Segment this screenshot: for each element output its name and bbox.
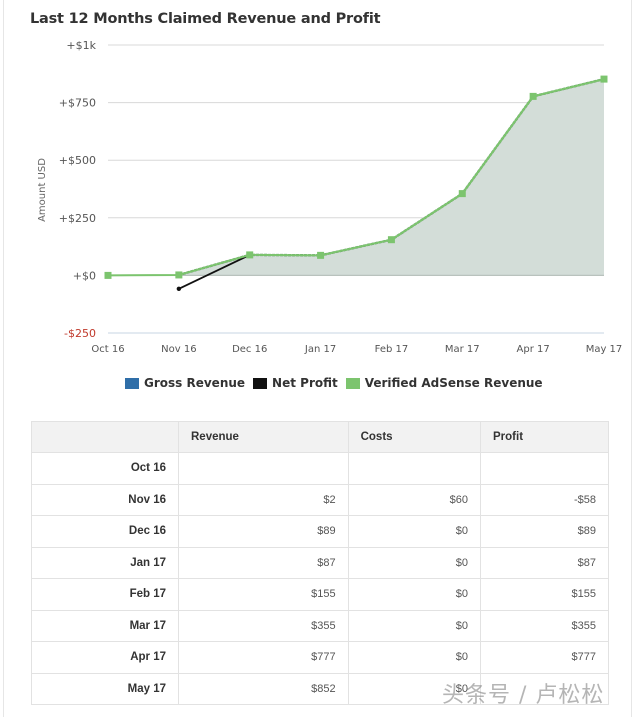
row-costs: $0 — [347, 641, 482, 674]
legend-swatch-gross-revenue — [125, 377, 139, 389]
watermark: 头条号 / 卢松松 — [442, 683, 605, 708]
legend-item-verified-adsense-revenue[interactable]: Verified AdSense Revenue — [345, 376, 543, 390]
row-costs: $60 — [347, 483, 482, 516]
y-tick-label: -$250 — [64, 327, 96, 340]
row-profit: $777 — [480, 641, 609, 674]
table-row: Feb 17 $155 $0 $155 — [31, 578, 609, 611]
area-gross-revenue — [178, 79, 604, 276]
y-tick-label: +$750 — [59, 97, 96, 110]
point-verified-adsense-revenue — [529, 92, 537, 100]
row-profit: $155 — [480, 578, 609, 611]
row-profit: $355 — [480, 609, 609, 642]
row-revenue: $852 — [178, 672, 349, 705]
x-axis-ticks: Oct 16 Nov 16 Dec 16 Jan 17 Feb 17 Mar 17 Apr … — [91, 344, 622, 355]
legend-item-net-profit[interactable]: Net Profit — [253, 376, 338, 390]
header-costs: Costs — [347, 421, 482, 453]
y-axis-label: Amount USD — [37, 158, 48, 222]
row-revenue: $2 — [178, 483, 349, 516]
row-revenue: $355 — [178, 609, 349, 642]
point-verified-adsense-revenue — [458, 190, 466, 198]
row-month: Apr 17 — [31, 641, 179, 674]
point-net-profit — [176, 286, 182, 291]
y-tick-label: +$1k — [66, 39, 96, 52]
y-tick-label: +$250 — [59, 212, 96, 225]
revenue-table: Revenue Costs Profit Oct 16 Nov 16 $2 $6… — [31, 421, 609, 705]
table-row: Dec 16 $89 $0 $89 — [31, 515, 609, 548]
header-revenue: Revenue — [178, 421, 349, 453]
row-costs: $0 — [347, 515, 482, 548]
row-month: Feb 17 — [31, 578, 179, 611]
row-profit: $89 — [480, 515, 609, 548]
x-tick-label: Dec 16 — [232, 344, 267, 355]
point-verified-adsense-revenue — [246, 251, 254, 259]
table-row: Oct 16 — [31, 452, 609, 485]
legend-swatch-verified-adsense-revenue — [345, 377, 360, 389]
row-costs: $0 — [347, 578, 482, 611]
legend-label: Gross Revenue — [144, 376, 246, 390]
row-revenue: $87 — [178, 546, 349, 579]
point-verified-adsense-revenue — [600, 75, 608, 83]
x-tick-label: Apr 17 — [517, 344, 550, 355]
row-costs: $0 — [347, 546, 482, 579]
row-revenue: $777 — [178, 641, 349, 674]
row-month: Dec 16 — [31, 515, 179, 548]
x-tick-label: Jan 17 — [304, 344, 336, 355]
table-header-row: Revenue Costs Profit — [31, 421, 609, 453]
legend-label: Net Profit — [272, 376, 338, 390]
x-tick-label: Nov 16 — [161, 344, 196, 355]
table-row: Mar 17 $355 $0 $355 — [31, 609, 609, 642]
header-month — [31, 421, 179, 453]
row-revenue: $89 — [178, 515, 349, 548]
x-tick-label: Feb 17 — [375, 344, 409, 355]
row-profit — [480, 452, 609, 485]
row-profit: -$58 — [480, 483, 609, 516]
x-tick-label: Mar 17 — [445, 344, 480, 355]
row-revenue: $155 — [178, 578, 349, 611]
legend: Gross Revenue Net Profit Verified AdSens… — [125, 376, 551, 390]
row-month: Mar 17 — [31, 609, 179, 642]
header-profit: Profit — [480, 421, 609, 453]
x-tick-label: Oct 16 — [91, 344, 124, 355]
point-verified-adsense-revenue — [104, 271, 112, 279]
row-costs — [347, 452, 482, 485]
row-month: Jan 17 — [31, 546, 179, 579]
table-row: Apr 17 $777 $0 $777 — [31, 641, 609, 674]
y-tick-label: +$500 — [59, 154, 96, 167]
y-tick-label: +$0 — [73, 269, 96, 282]
x-tick-label: May 17 — [586, 344, 623, 355]
legend-label: Verified AdSense Revenue — [364, 376, 543, 390]
point-verified-adsense-revenue — [387, 236, 395, 244]
row-month: Nov 16 — [31, 483, 179, 516]
legend-swatch-net-profit — [253, 377, 268, 389]
table-row: Jan 17 $87 $0 $87 — [31, 546, 609, 579]
point-verified-adsense-revenue — [317, 251, 325, 259]
y-axis-ticks: -$250 +$0 +$250 +$500 +$750 +$1k — [59, 39, 97, 340]
row-costs: $0 — [347, 609, 482, 642]
row-month: Oct 16 — [31, 452, 179, 485]
row-profit: $87 — [480, 546, 609, 579]
legend-item-gross-revenue[interactable]: Gross Revenue — [125, 376, 245, 390]
point-verified-adsense-revenue — [175, 271, 183, 279]
row-revenue — [178, 452, 349, 485]
area-layer — [178, 79, 604, 276]
chart: -$250 +$0 +$250 +$500 +$750 +$1k Oct 16 Nov 16… — [37, 39, 622, 355]
row-month: May 17 — [31, 672, 179, 705]
table-row: Nov 16 $2 $60 -$58 — [31, 483, 609, 516]
